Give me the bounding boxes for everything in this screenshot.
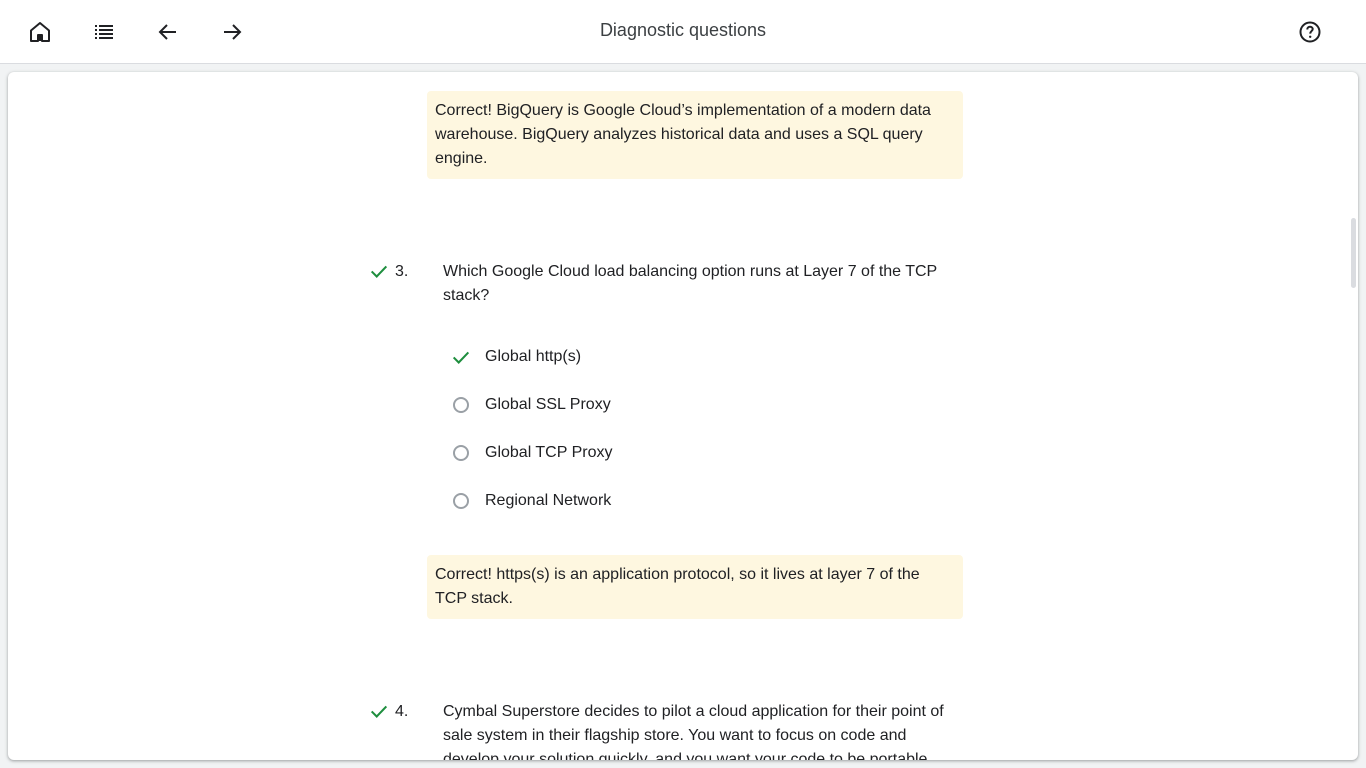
content-card: Correct! BigQuery is Google Cloud’s impl… — [8, 72, 1358, 760]
help-icon — [1299, 21, 1321, 43]
answer-option-label: Global TCP Proxy — [485, 444, 613, 461]
question-correct-check-icon — [370, 265, 388, 278]
radio-button[interactable] — [449, 393, 473, 417]
answer-option-label: Global http(s) — [485, 348, 582, 365]
scrollbar[interactable] — [1351, 218, 1356, 288]
question-correct-check-icon — [370, 705, 388, 718]
question-text: Which Google Cloud load balancing option… — [443, 263, 937, 304]
answer-option[interactable]: Regional Network — [449, 487, 611, 515]
radio-button[interactable] — [449, 489, 473, 513]
help-button[interactable] — [1290, 12, 1330, 52]
correct-check-icon — [449, 345, 473, 369]
answer-option-label: Regional Network — [485, 492, 612, 509]
page-title: Diagnostic questions — [599, 20, 767, 40]
answer-option[interactable]: Global TCP Proxy — [449, 439, 612, 467]
top-app-bar: Diagnostic questions — [0, 0, 1366, 64]
feedback-question-3: Correct! https(s) is an application prot… — [427, 555, 963, 619]
answer-option-label: Global SSL Proxy — [485, 396, 611, 413]
answer-option[interactable]: Global SSL Proxy — [449, 391, 611, 419]
answer-option[interactable]: Global http(s) — [449, 343, 581, 371]
question-text: Cymbal Superstore decides to pilot a clo… — [443, 703, 944, 760]
question-number: 3. — [395, 263, 409, 280]
question-number: 4. — [395, 703, 409, 720]
feedback-previous-question: Correct! BigQuery is Google Cloud’s impl… — [427, 91, 963, 179]
radio-button[interactable] — [449, 441, 473, 465]
